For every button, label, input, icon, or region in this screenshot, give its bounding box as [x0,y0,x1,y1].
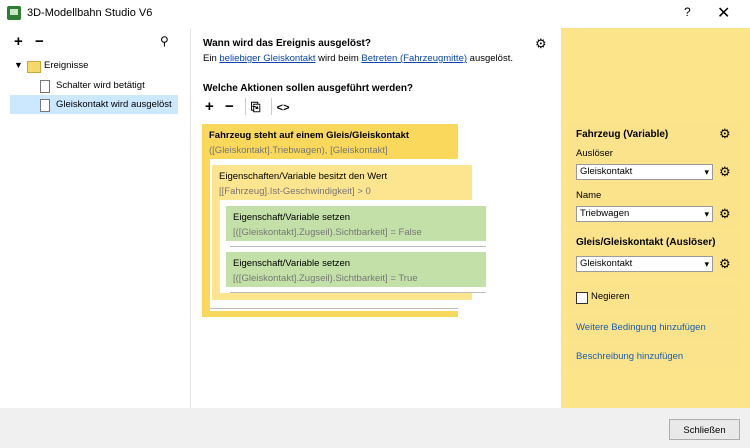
action-block-title: Eigenschaft/Variable setzen [233,258,351,269]
chevron-down-icon: ▾ [704,259,709,269]
block-bracket [202,159,210,313]
block-bracket [212,200,220,300]
trigger-select-value: Gleiskontakt [580,166,633,177]
add-event-button[interactable]: + [14,33,23,50]
gear-icon[interactable]: ⚙ [535,36,547,52]
properties-panel: Fahrzeug (Variable) ⚙ Auslöser Gleiskont… [561,28,750,408]
vehicle-variable-title: Fahrzeug (Variable) [576,129,669,140]
actions-heading: Welche Aktionen sollen ausgeführt werden… [203,83,414,94]
separator [210,308,458,309]
chevron-down-icon: ▾ [704,209,709,219]
document-icon [40,80,50,93]
trigger-text-mid: wird beim [318,53,359,64]
copy-icon[interactable]: ⎘ [251,100,261,114]
chevron-down-icon: ▾ [704,167,709,177]
block-end-bar [212,293,472,300]
help-button[interactable]: ? [684,5,691,19]
pane-divider[interactable] [190,28,191,408]
main-area: + − ⚲ ▼ Ereignisse Schalter wird betätig… [0,28,750,408]
negate-label: Negieren [591,291,630,302]
folder-icon [27,61,41,73]
document-icon [40,99,50,112]
trigger-contact-link[interactable]: beliebiger Gleiskontakt [219,53,315,64]
action-block-title: Fahrzeug steht auf einem Gleis/Gleiskont… [209,130,410,141]
add-action-button[interactable]: + [205,98,214,115]
tree-item-schalter[interactable]: Schalter wird betätigt [56,77,145,95]
contact-select-value: Gleiskontakt [580,258,633,269]
chevron-down-icon[interactable]: ▼ [14,60,23,70]
trigger-text-post: ausgelöst. [469,53,513,64]
gear-icon[interactable]: ⚙ [719,126,731,142]
trigger-text-pre: Ein [203,53,217,64]
action-block-detail: [([Gleiskontakt].Zugseil).Sichtbarkeit] … [233,227,422,238]
remove-event-button[interactable]: − [35,33,44,50]
tree-root-ereignisse[interactable]: Ereignisse [44,57,88,75]
name-select-value: Triebwagen [580,208,630,219]
action-block-detail: [[Fahrzeug].Ist-Geschwindigkeit] > 0 [219,186,371,197]
gear-icon[interactable]: ⚙ [719,206,731,222]
trigger-mode-link[interactable]: Betreten (Fahrzeugmitte) [361,53,467,64]
tree-toolbar: + − [14,33,52,50]
window-title: 3D-Modellbahn Studio V6 [27,7,153,19]
close-button[interactable]: Schließen [669,419,740,440]
contact-title: Gleis/Gleiskontakt (Auslöser) [576,237,716,248]
code-view-button[interactable]: <> [277,102,290,114]
close-window-button[interactable]: ✕ [717,3,730,23]
action-block-title: Eigenschaften/Variable besitzt den Wert [219,171,388,182]
action-block-detail: ([Gleiskontakt].Triebwagen), [Gleiskonta… [209,145,388,156]
name-select[interactable]: Triebwagen ▾ [576,206,713,222]
action-block-set-false[interactable]: Eigenschaft/Variable setzen [([Gleiskont… [226,206,486,241]
trigger-sentence: Ein beliebiger Gleiskontakt wird beim Be… [203,53,513,64]
trigger-heading: Wann wird das Ereignis ausgelöst? [203,38,371,49]
app-icon [7,6,21,20]
gear-icon[interactable]: ⚙ [719,256,731,272]
tree-item-gleiskontakt[interactable]: Gleiskontakt wird ausgelöst [56,96,172,114]
negate-checkbox[interactable] [576,292,588,304]
separator [230,246,486,247]
title-bar: 3D-Modellbahn Studio V6 ? ✕ [0,0,750,28]
block-end-bar [202,311,458,317]
gear-icon[interactable]: ⚙ [719,164,731,180]
action-block-title: Eigenschaft/Variable setzen [233,212,351,223]
action-block-set-true[interactable]: Eigenschaft/Variable setzen [([Gleiskont… [226,252,486,287]
action-block-detail: [([Gleiskontakt].Zugseil).Sichtbarkeit] … [233,273,418,284]
search-icon[interactable]: ⚲ [160,34,169,48]
action-block-vehicle-on-track[interactable]: Fahrzeug steht auf einem Gleis/Gleiskont… [202,124,458,159]
name-label: Name [576,190,602,201]
action-block-variable-check[interactable]: Eigenschaften/Variable besitzt den Wert … [212,165,472,200]
remove-action-button[interactable]: − [225,98,234,115]
trigger-label: Auslöser [576,148,613,159]
contact-select[interactable]: Gleiskontakt ▾ [576,256,713,272]
actions-toolbar: + − ⎘ <> [205,98,290,115]
add-condition-link[interactable]: Weitere Bedingung hinzufügen [576,322,706,333]
trigger-select[interactable]: Gleiskontakt ▾ [576,164,713,180]
add-description-link[interactable]: Beschreibung hinzufügen [576,351,683,362]
